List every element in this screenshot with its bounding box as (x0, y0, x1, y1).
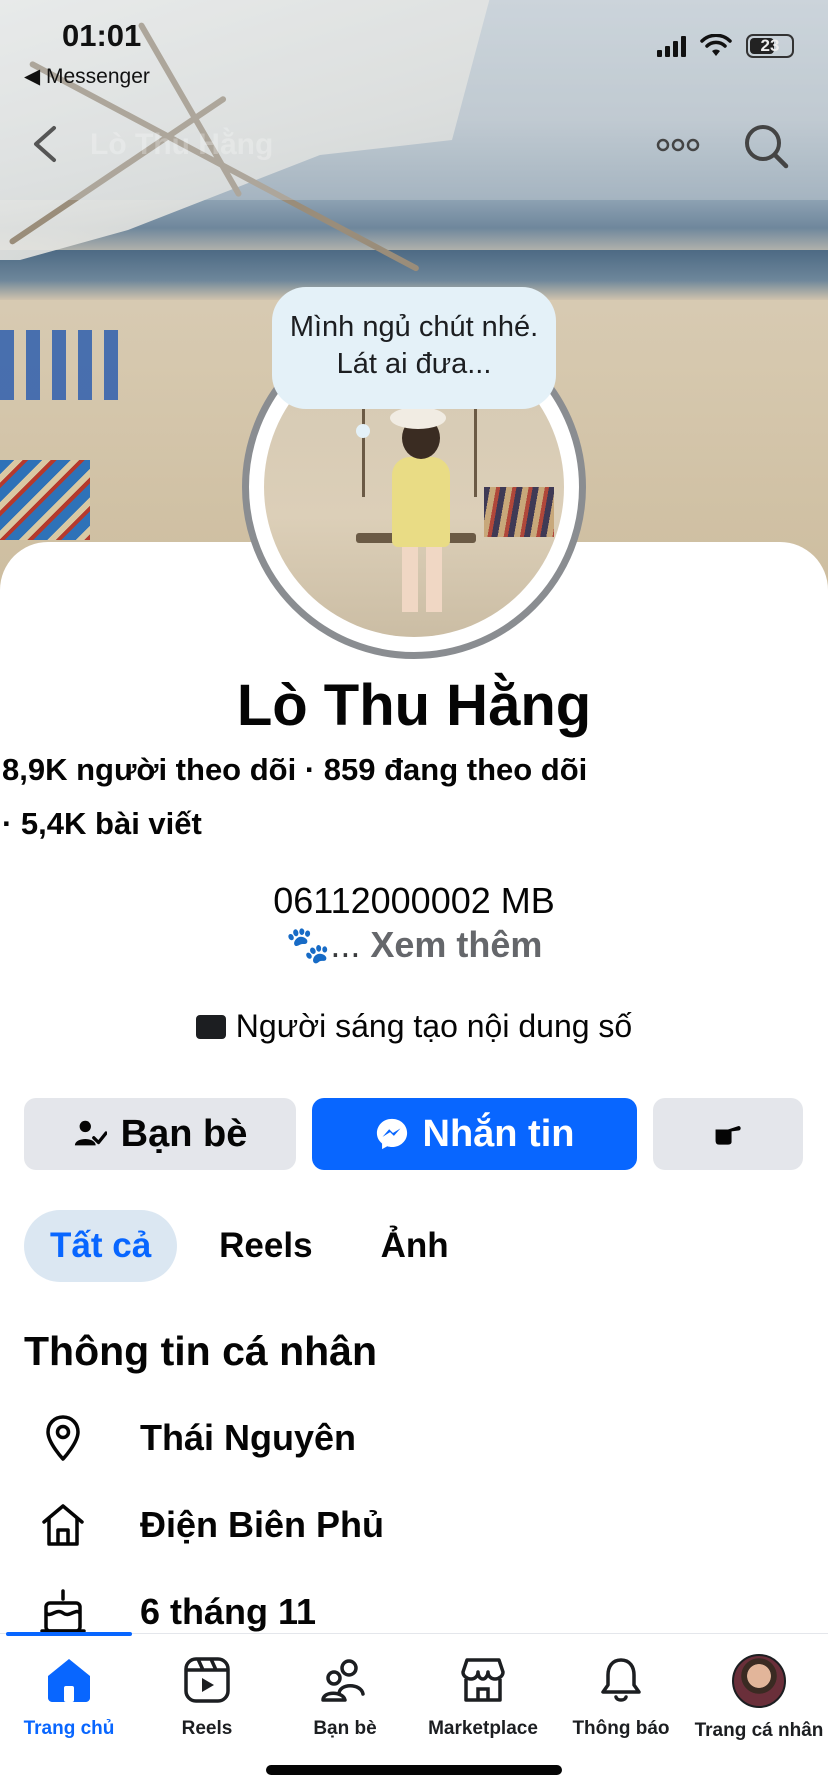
user-avatar (732, 1654, 786, 1708)
see-more-link[interactable]: Xem thêm (370, 924, 542, 965)
creator-label: Người sáng tạo nội dung số (235, 1008, 633, 1044)
tabbar-profile[interactable]: Trang cá nhân (690, 1654, 828, 1742)
post-count: · 5,4K bài viết (2, 806, 202, 841)
active-tab-indicator (6, 1632, 132, 1636)
about-hometown-label: Điện Biên Phủ (140, 1504, 385, 1545)
bell-icon (601, 1658, 641, 1702)
about-birthday-label: 6 tháng 11 (140, 1591, 317, 1632)
home-icon (48, 1659, 90, 1702)
tabbar-marketplace[interactable]: Marketplace (414, 1654, 552, 1740)
marketplace-icon (461, 1658, 505, 1702)
messenger-icon (376, 1118, 407, 1150)
nav-title: Lò Thu Hằng (90, 128, 274, 161)
note-bubble-tail (356, 424, 370, 438)
poke-hand-icon (715, 1126, 741, 1145)
clapperboard-icon (195, 1014, 226, 1039)
about-item-birthday[interactable]: 6 tháng 11 (38, 1587, 316, 1637)
status-icons: 23 (657, 34, 794, 58)
reels-icon (184, 1657, 230, 1703)
bio-text: 06112000002 MB (273, 880, 555, 921)
about-item-location[interactable]: Thái Nguyên (38, 1413, 356, 1463)
about-location-label: Thái Nguyên (140, 1417, 357, 1458)
battery-level: 23 (760, 36, 780, 55)
profile-name: Lò Thu Hằng (236, 673, 592, 738)
birthday-cake-icon (40, 1589, 86, 1633)
home-icon (42, 1504, 84, 1546)
location-pin-icon (46, 1415, 80, 1461)
home-indicator[interactable] (266, 1765, 562, 1775)
friends-button-label: Bạn bè (120, 1112, 248, 1155)
message-button-label: Nhắn tin (422, 1112, 575, 1155)
more-options-icon[interactable] (656, 130, 700, 160)
cover-chairs (0, 330, 130, 400)
profile-tabs: Tất cả Reels Ảnh (24, 1210, 475, 1282)
follower-stats[interactable]: 8,9K người theo dõi · 859 đang theo dõi (2, 752, 587, 788)
cellular-signal-icon (657, 35, 686, 57)
tabbar-home[interactable]: Trang chủ (0, 1654, 138, 1740)
tab-photos[interactable]: Ảnh (355, 1210, 475, 1282)
message-button[interactable]: Nhắn tin (312, 1098, 637, 1170)
search-icon[interactable] (742, 122, 790, 170)
friends-button[interactable]: Bạn bè (24, 1098, 296, 1170)
tabbar-friends-label: Bạn bè (313, 1718, 377, 1739)
about-item-hometown[interactable]: Điện Biên Phủ (38, 1500, 384, 1550)
tabbar-marketplace-label: Marketplace (428, 1718, 538, 1739)
battery-icon: 23 (746, 34, 794, 58)
tabbar-profile-label: Trang cá nhân (694, 1720, 824, 1741)
friends-icon (321, 1659, 365, 1702)
tabbar-reels[interactable]: Reels (138, 1654, 276, 1740)
tabbar-notifications-label: Thông báo (572, 1718, 670, 1739)
about-title: Thông tin cá nhân (24, 1328, 378, 1374)
wifi-icon (700, 34, 732, 56)
tabbar-friends[interactable]: Bạn bè (276, 1654, 414, 1740)
note-bubble[interactable]: Mình ngủ chút nhé. Lát ai đưa... (272, 287, 556, 409)
poke-button[interactable] (653, 1098, 803, 1170)
friend-check-icon (74, 1120, 107, 1146)
tabbar-home-label: Trang chủ (23, 1718, 115, 1739)
bio-more-line: 🐾... Xem thêm (0, 924, 828, 966)
tab-all[interactable]: Tất cả (24, 1210, 178, 1282)
back-chevron-icon[interactable] (30, 124, 60, 164)
back-to-messenger[interactable]: ◀ Messenger (24, 64, 150, 89)
creator-badge: Người sáng tạo nội dung số (0, 1008, 828, 1045)
tab-reels[interactable]: Reels (193, 1210, 338, 1282)
cover-lounger (0, 460, 90, 540)
status-time: 01:01 (62, 18, 142, 53)
tabbar-reels-label: Reels (181, 1718, 233, 1739)
tabbar-notifications[interactable]: Thông báo (552, 1654, 690, 1740)
paw-emoji: 🐾... (285, 924, 361, 965)
